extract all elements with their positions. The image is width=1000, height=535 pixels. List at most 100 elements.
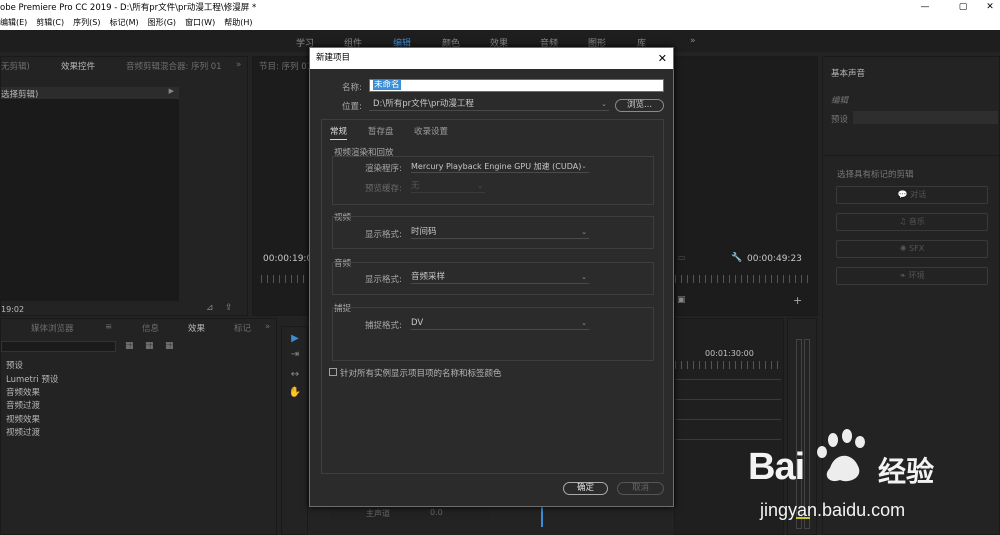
dialogue-icon: 💬 [897, 190, 911, 199]
workspace-more-icon[interactable]: » [690, 36, 696, 46]
play-triangle-icon[interactable]: ▶ [169, 87, 174, 95]
menu-sequence[interactable]: 序列(S) [73, 16, 100, 30]
browse-button[interactable]: 浏览... [615, 99, 664, 112]
chevron-down-icon: ⌄ [581, 319, 587, 327]
chevron-down-icon: ⌄ [581, 228, 587, 236]
project-name-input[interactable]: 未命名 [369, 79, 664, 92]
32bit-effects-icon[interactable]: ▦ [145, 341, 154, 351]
tab-essential-edit[interactable]: 编辑 [831, 94, 848, 106]
preview-cache-value: 无 [411, 181, 420, 191]
filter-icon[interactable]: ⊿ [206, 303, 214, 313]
timeline-timecode: 00:01:30:00 [705, 349, 754, 358]
show-label-colors-label: 针对所有实例显示项目项的名称和标签颜色 [340, 369, 502, 379]
selection-tool-icon[interactable]: ▶ [288, 333, 302, 344]
sfx-icon: ✺ [899, 244, 910, 253]
video-format-value: 时间码 [411, 227, 437, 237]
menu-markers[interactable]: 标记(M) [109, 16, 138, 30]
capture-format-dropdown[interactable]: DV ⌄ [411, 317, 589, 330]
effects-item-audio-effects[interactable]: 音频效果 [6, 386, 40, 398]
menu-graphics[interactable]: 图形(G) [148, 16, 176, 30]
panel-more-icon[interactable]: » [236, 60, 241, 70]
source-timecode: 19:02 [1, 305, 25, 314]
music-button[interactable]: ♫ 音乐 [836, 213, 988, 231]
dialog-title: 新建项目 [316, 53, 351, 63]
timeline-ruler[interactable] [675, 361, 781, 369]
audio-format-value: 音频采样 [411, 272, 446, 282]
wrench-icon[interactable]: 🔧 [731, 253, 742, 263]
tab-effects[interactable]: 效果 [188, 322, 205, 334]
program-timecode-left: 00:00:19:0 [263, 254, 313, 264]
playhead[interactable] [541, 507, 543, 527]
quality-dropdown[interactable]: ▭ [678, 253, 686, 262]
ok-button[interactable]: 确定 [563, 482, 608, 495]
export-icon[interactable]: ⇪ [225, 303, 233, 313]
menu-bar: 编辑(E) 剪辑(C) 序列(S) 标记(M) 图形(G) 窗口(W) 帮助(H) [0, 16, 1000, 30]
effects-panel: 媒体浏览器 ≡ 信息 效果 标记 » ▦ ▦ ▦ 预设 Lumetri 预设 音… [0, 318, 277, 535]
capture-group [332, 307, 654, 361]
effects-item-presets[interactable]: 预设 [6, 359, 23, 371]
show-label-colors-checkbox[interactable] [329, 368, 337, 376]
tools-panel: ▶ ⇥ ↔ ✋ [281, 326, 308, 535]
tab-ingest-settings[interactable]: 收录设置 [414, 125, 448, 137]
effects-item-video-transitions[interactable]: 视频过渡 [6, 426, 40, 438]
tab-program[interactable]: 节目: 序列 01 [259, 60, 312, 72]
effect-controls-area [1, 99, 179, 301]
name-label: 名称: [342, 83, 362, 93]
export-frame-icon[interactable]: ▣ [677, 295, 686, 305]
accelerated-effects-icon[interactable]: ▦ [125, 341, 134, 351]
tab-effect-controls[interactable]: 效果控件 [61, 60, 95, 72]
video-format-label: 显示格式: [365, 230, 402, 240]
chevron-down-icon: ⌄ [581, 273, 587, 281]
location-dropdown[interactable]: D:\所有pr文件\pr动漫工程 ⌄ [369, 98, 609, 111]
project-name-value: 未命名 [373, 80, 401, 90]
cancel-button[interactable]: 取消 [617, 482, 664, 495]
new-project-dialog: 新建项目 ✕ 名称: 未命名 位置: D:\所有pr文件\pr动漫工程 ⌄ 浏览… [309, 47, 674, 507]
baidu-jingyan-cn: 经验 [878, 455, 935, 488]
effects-search-input[interactable] [1, 341, 116, 352]
hand-tool-icon[interactable]: ✋ [288, 387, 302, 398]
menu-window[interactable]: 窗口(W) [185, 16, 215, 30]
essential-sound-title: 基本声音 [831, 69, 866, 79]
tab-scratch-disks[interactable]: 暂存盘 [368, 125, 394, 137]
renderer-dropdown[interactable]: Mercury Playback Engine GPU 加速 (CUDA) ⌄ [411, 160, 589, 173]
yuv-effects-icon[interactable]: ▦ [165, 341, 174, 351]
menu-clip[interactable]: 剪辑(C) [36, 16, 64, 30]
program-timecode-right: 00:00:49:23 [747, 254, 802, 264]
ripple-edit-tool-icon[interactable]: ↔ [288, 369, 302, 380]
capture-format-value: DV [411, 318, 424, 328]
ambience-button[interactable]: ❧ 环境 [836, 267, 988, 285]
tab-general[interactable]: 常规 [330, 125, 348, 140]
effects-item-audio-transitions[interactable]: 音频过渡 [6, 399, 40, 411]
dialogue-button[interactable]: 💬 对话 [836, 186, 988, 204]
menu-help[interactable]: 帮助(H) [224, 16, 252, 30]
audio-format-label: 显示格式: [365, 275, 402, 285]
close-window-button[interactable]: ✕ [975, 0, 1000, 16]
tab-markers[interactable]: 标记 [234, 322, 251, 334]
master-track-value: 0.0 [430, 508, 443, 517]
dialog-close-icon[interactable]: ✕ [658, 48, 667, 69]
source-panel: 无剪辑) 效果控件 音频剪辑混合器: 序列 01 » 选择剪辑) ▶ 19:02… [0, 56, 248, 316]
track-select-tool-icon[interactable]: ⇥ [288, 349, 302, 360]
audio-format-dropdown[interactable]: 音频采样 ⌄ [411, 271, 589, 284]
preview-cache-label: 预览缓存: [365, 184, 402, 194]
panel-menu-icon[interactable]: ≡ [105, 322, 112, 332]
effects-item-lumetri-presets[interactable]: Lumetri 预设 [6, 373, 58, 385]
tab-source[interactable]: 无剪辑) [1, 60, 30, 72]
menu-edit[interactable]: 编辑(E) [0, 16, 27, 30]
renderer-value: Mercury Playback Engine GPU 加速 (CUDA) [411, 162, 582, 171]
video-format-dropdown[interactable]: 时间码 ⌄ [411, 226, 589, 239]
baidu-url: jingyan.baidu.com [760, 500, 906, 520]
tab-media-browser[interactable]: 媒体浏览器 [31, 322, 74, 334]
preset-dropdown[interactable] [853, 111, 998, 124]
tab-info[interactable]: 信息 [142, 322, 159, 334]
effects-item-video-effects[interactable]: 视频效果 [6, 413, 40, 425]
maximize-button[interactable]: ▢ [948, 0, 978, 16]
preview-cache-dropdown[interactable]: 无 ⌄ [411, 180, 485, 193]
tab-audio-clip-mixer[interactable]: 音频剪辑混合器: 序列 01 [126, 60, 222, 72]
add-button-icon[interactable]: + [793, 294, 802, 307]
ambience-icon: ❧ [899, 271, 909, 280]
panel-more-icon[interactable]: » [265, 322, 270, 332]
sfx-button[interactable]: ✺ SFX [836, 240, 988, 258]
minimize-button[interactable]: — [910, 0, 940, 16]
clip-header: 选择剪辑) ▶ [1, 87, 179, 100]
